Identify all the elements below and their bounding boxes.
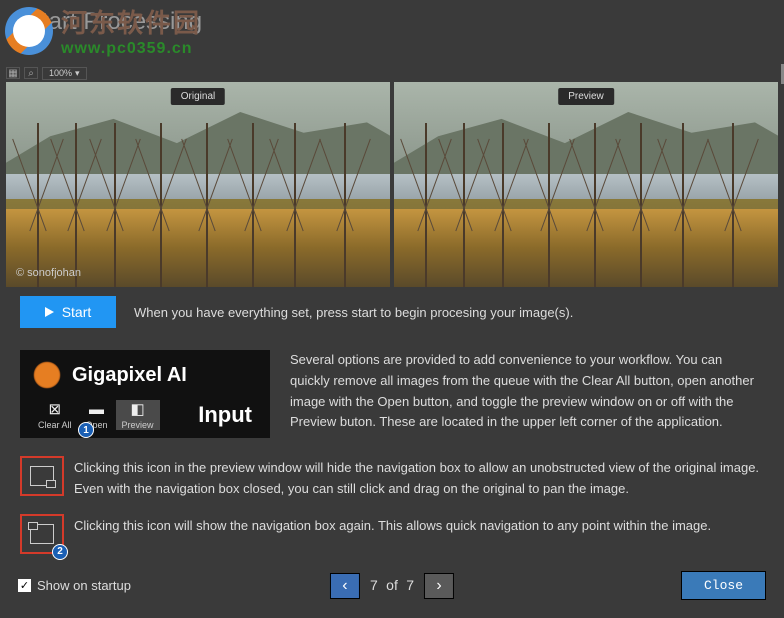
preview-label: Preview [558,88,614,105]
original-label: Original [171,88,225,105]
clear-icon: ⊠ [44,400,66,418]
play-icon [45,307,54,317]
watermark-overlay: 河东软件园 www.pc0359.cn [5,3,201,58]
callout-1: 1 [78,422,94,438]
grid-icon[interactable]: ▦ [6,67,20,79]
input-title: Input [198,402,258,428]
preview-icon: ◧ [127,400,149,418]
clear-all-button[interactable]: ⊠ Clear All [32,400,78,430]
input-panel: Gigapixel AI ⊠ Clear All ▬ Open ◧ Previe… [20,350,270,438]
search-icon[interactable]: ⌕ [24,67,38,79]
watermark-cn: 河东软件园 [61,3,201,40]
page-indicator: 7 of 7 [370,577,414,595]
watermark-url: www.pc0359.cn [61,40,201,58]
zoom-dropdown[interactable]: 100%▾ [42,67,87,80]
start-button[interactable]: Start [20,296,116,328]
callout-2: 2 [52,544,68,560]
toolbar: ▦ ⌕ 100%▾ [6,66,87,80]
show-nav-icon[interactable] [30,524,54,544]
show-nav-icon-box: 2 [20,514,64,554]
preview-area: Original © sonofjohan Preview [6,82,778,287]
start-description: When you have everything set, press star… [134,305,573,320]
checkbox-icon: ✓ [18,579,31,592]
show-on-startup-checkbox[interactable]: ✓ Show on startup [18,578,131,593]
pager: ‹ 7 of 7 › [330,573,454,599]
brand-logo-icon [32,360,62,390]
folder-icon: ▬ [86,400,108,418]
input-description: Several options are provided to add conv… [290,350,764,438]
startup-label: Show on startup [37,578,131,593]
close-button[interactable]: Close [681,571,766,600]
brand-name: Gigapixel AI [72,364,187,387]
original-pane[interactable]: Original © sonofjohan [6,82,390,287]
hide-nav-icon-box [20,456,64,496]
preview-button[interactable]: ◧ Preview [116,400,160,430]
next-page-button[interactable]: › [424,573,454,599]
watermark-logo [5,7,53,55]
preview-pane[interactable]: Preview [394,82,778,287]
hide-nav-description: Clicking this icon in the preview window… [74,456,764,500]
show-nav-description: Clicking this icon will show the navigat… [74,514,764,537]
image-credit: © sonofjohan [16,267,81,279]
start-label: Start [62,304,92,320]
hide-nav-icon[interactable] [30,466,54,486]
prev-page-button[interactable]: ‹ [330,573,360,599]
